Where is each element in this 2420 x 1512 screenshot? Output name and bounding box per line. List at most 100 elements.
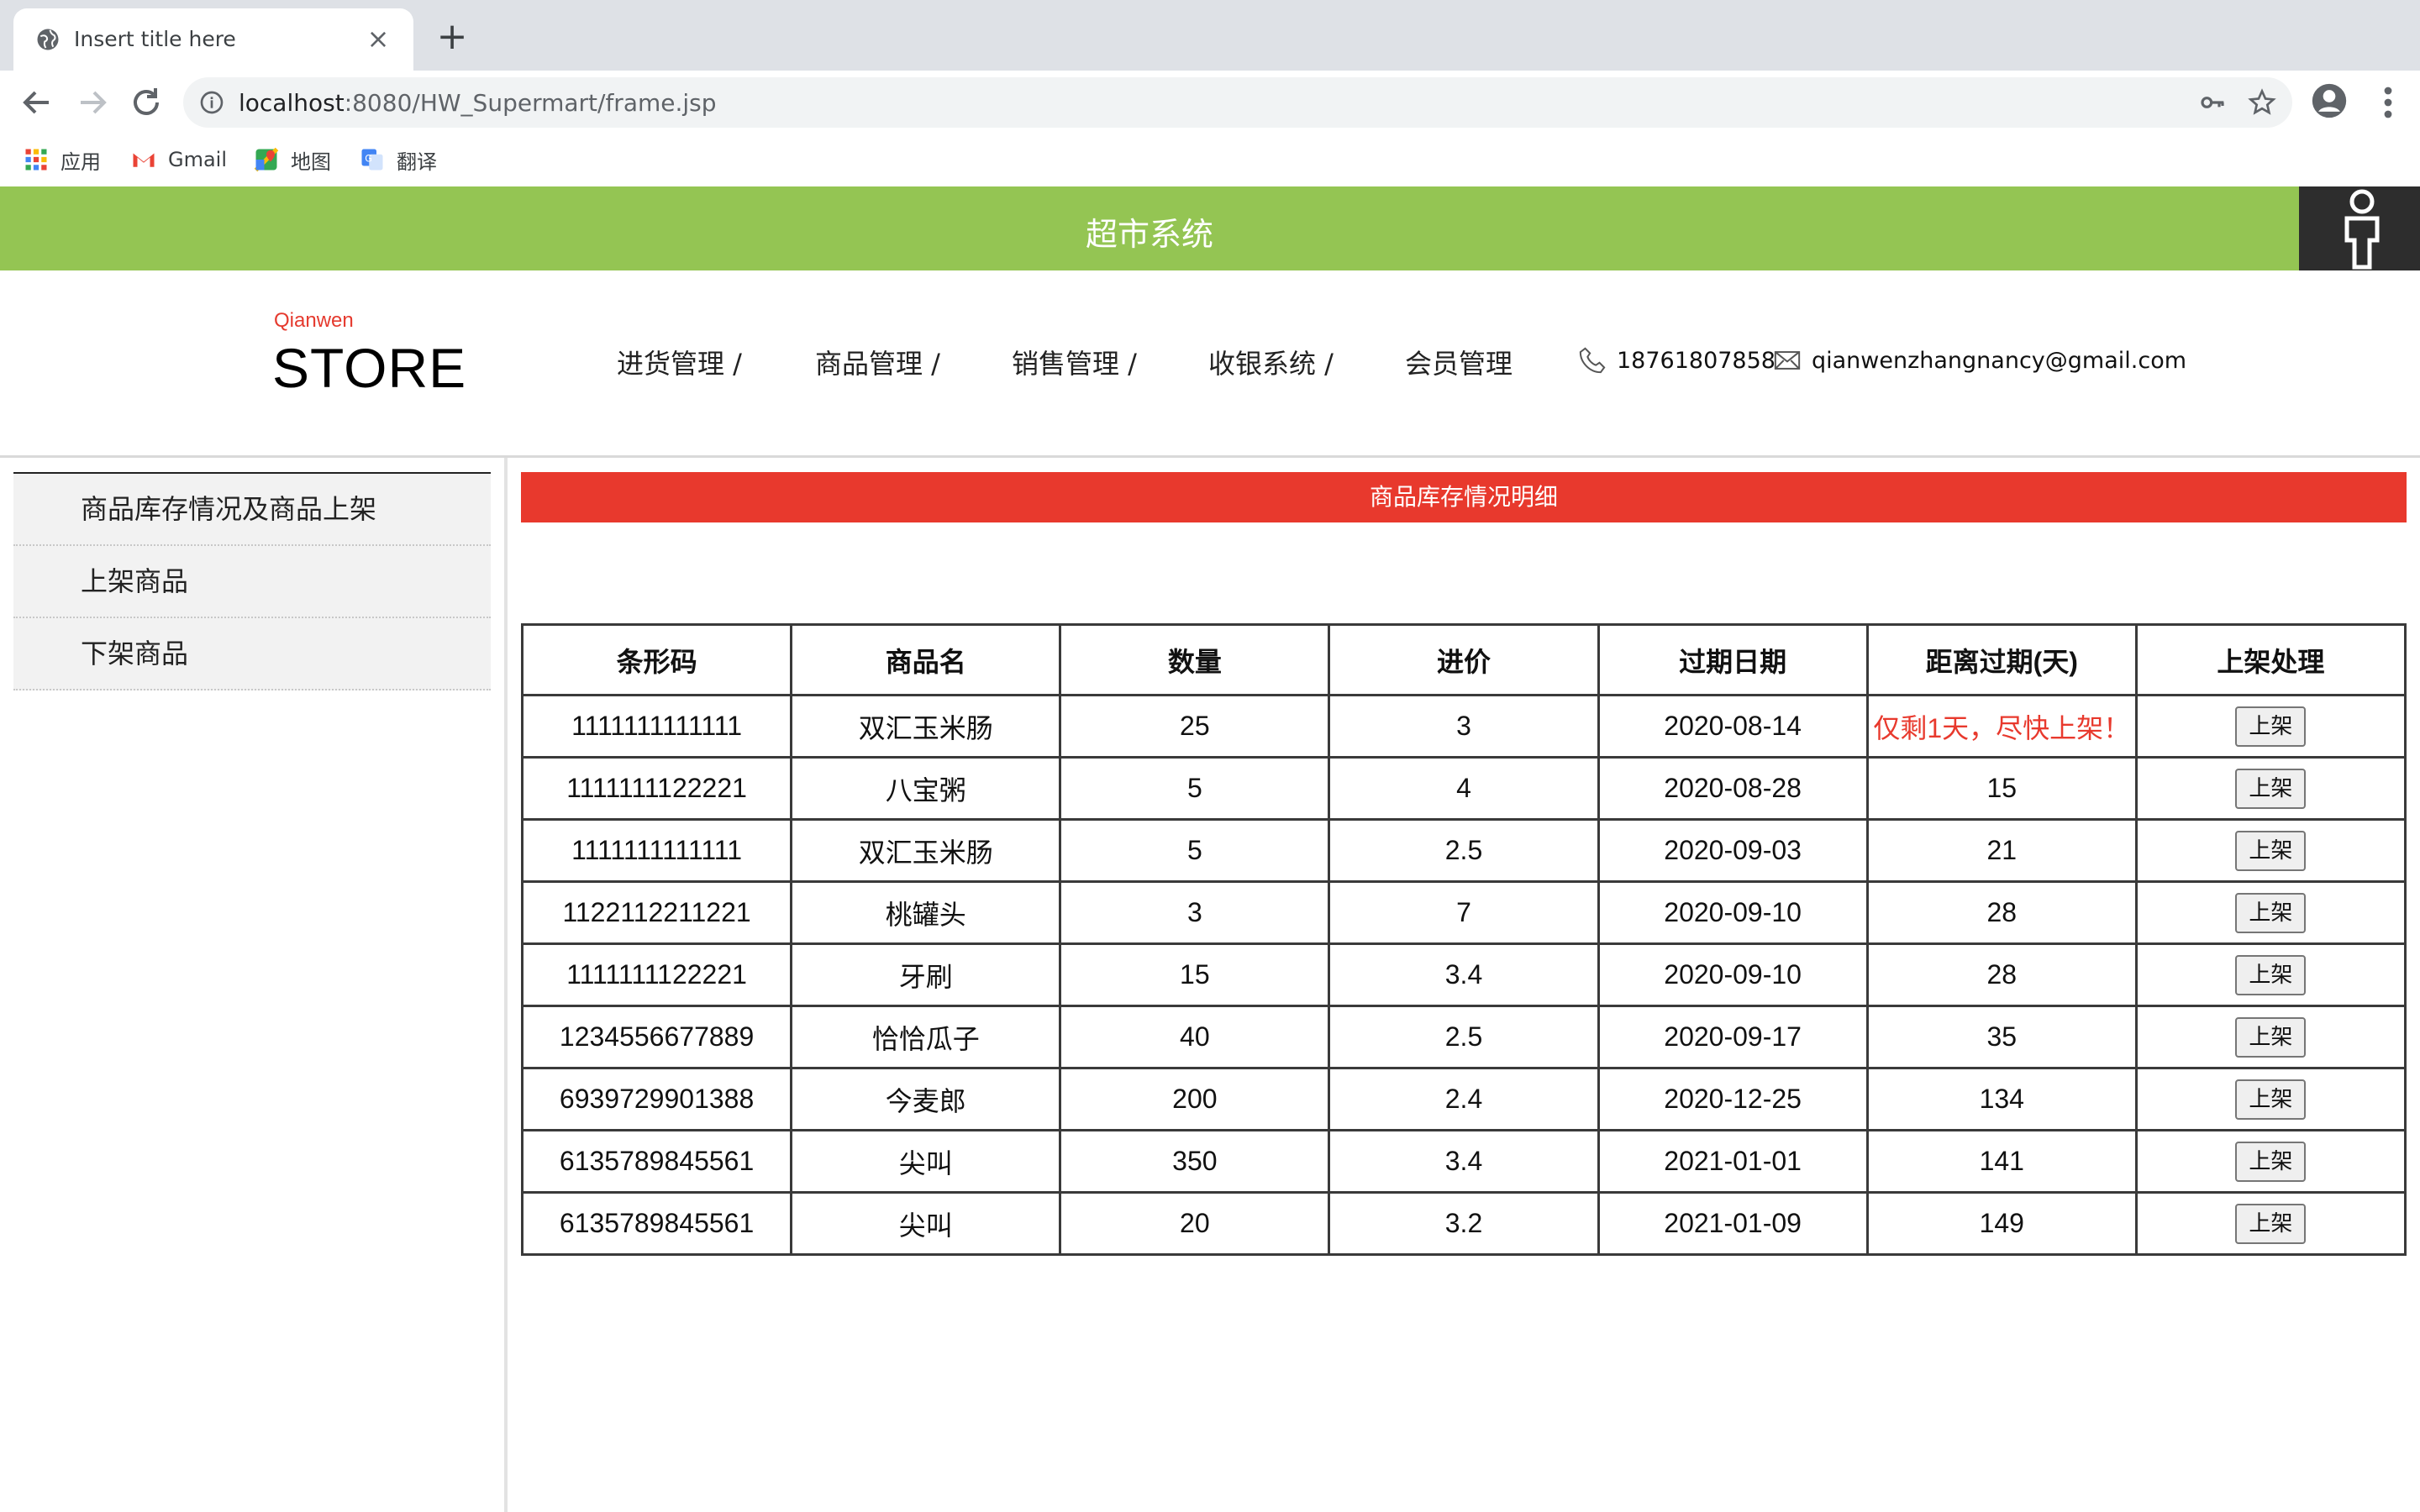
action-cell: 上架 bbox=[2134, 1067, 2407, 1131]
quantity-cell: 25 bbox=[1059, 694, 1331, 759]
translate-icon: G bbox=[361, 149, 383, 171]
price-cell: 3.4 bbox=[1328, 1129, 1600, 1194]
table-header-row: 条形码 商品名 数量 进价 过期日期 距离过期(天) 上架处理 bbox=[520, 623, 2407, 696]
bookmark-star-icon[interactable] bbox=[2247, 87, 2277, 118]
expiry-date-cell: 2020-09-03 bbox=[1597, 818, 1869, 883]
contact-phone: 18761807858 bbox=[1578, 346, 1776, 375]
shelve-button[interactable]: 上架 bbox=[2235, 1079, 2307, 1120]
reload-icon[interactable] bbox=[126, 82, 166, 123]
shelve-button[interactable]: 上架 bbox=[2235, 1203, 2307, 1244]
contact-email: qianwenzhangnancy@gmail.com bbox=[1773, 346, 2186, 375]
barcode-cell: 6135789845561 bbox=[520, 1129, 793, 1194]
email-address[interactable]: qianwenzhangnancy@gmail.com bbox=[1812, 348, 2186, 374]
new-tab-button[interactable]: + bbox=[435, 18, 469, 55]
column-header: 商品名 bbox=[790, 623, 1062, 696]
maps-icon bbox=[254, 147, 279, 172]
quantity-cell: 20 bbox=[1059, 1191, 1331, 1256]
bookmark-apps[interactable]: 应用 bbox=[24, 143, 101, 176]
shelve-button[interactable]: 上架 bbox=[2235, 830, 2307, 871]
address-bar[interactable]: localhost:8080/HW_Supermart/frame.jsp bbox=[183, 77, 2292, 128]
phone-number: 18761807858 bbox=[1617, 347, 1776, 374]
expiry-date-cell: 2021-01-01 bbox=[1597, 1129, 1869, 1194]
column-header: 进价 bbox=[1328, 623, 1600, 696]
product-name-cell: 牙刷 bbox=[790, 942, 1062, 1007]
shelve-button[interactable]: 上架 bbox=[2235, 768, 2307, 809]
nav-cashier[interactable]: 收银系统 / bbox=[1208, 343, 1334, 381]
shelve-button[interactable]: 上架 bbox=[2235, 706, 2307, 747]
profile-icon[interactable] bbox=[2311, 82, 2348, 119]
table-row: 1122112211221 桃罐头 3 7 2020-09-10 28 上架 bbox=[520, 880, 2407, 945]
table-row: 1111111111111 双汇玉米肠 25 3 2020-08-14 仅剩1天… bbox=[520, 694, 2407, 759]
product-name-cell: 桃罐头 bbox=[790, 880, 1062, 945]
days-left-cell: 141 bbox=[1865, 1129, 2138, 1194]
sidebar-item-inventory[interactable]: 商品库存情况及商品上架 bbox=[13, 474, 491, 546]
nav-members[interactable]: 会员管理 bbox=[1405, 343, 1512, 381]
action-cell: 上架 bbox=[2134, 942, 2407, 1007]
table-row: 1111111111111 双汇玉米肠 5 2.5 2020-09-03 21 … bbox=[520, 818, 2407, 883]
inventory-table: 条形码 商品名 数量 进价 过期日期 距离过期(天) 上架处理 11111111… bbox=[520, 623, 2407, 1256]
brand-logo[interactable]: STORE bbox=[272, 336, 466, 400]
bookmark-label: 地图 bbox=[291, 150, 331, 174]
quantity-cell: 3 bbox=[1059, 880, 1331, 945]
expiry-date-cell: 2020-08-28 bbox=[1597, 756, 1869, 821]
more-menu-icon[interactable] bbox=[2371, 82, 2405, 123]
bookmark-maps[interactable]: 地图 bbox=[254, 143, 331, 176]
shelve-button[interactable]: 上架 bbox=[2235, 1016, 2307, 1058]
browser-tab[interactable]: Insert title here × bbox=[13, 8, 413, 71]
top-banner: 超市系统 bbox=[0, 186, 2420, 270]
expiry-date-cell: 2020-12-25 bbox=[1597, 1067, 1869, 1131]
days-left-cell: 28 bbox=[1865, 942, 2138, 1007]
column-header: 上架处理 bbox=[2134, 623, 2407, 696]
days-left-warning: 仅剩1天，尽快上架！ bbox=[1865, 694, 2138, 759]
user-account-box[interactable] bbox=[2299, 186, 2420, 270]
bookmark-gmail[interactable]: Gmail bbox=[131, 143, 227, 176]
table-row: 1111111122221 牙刷 15 3.4 2020-09-10 28 上架 bbox=[520, 942, 2407, 1007]
header-divider bbox=[0, 455, 2420, 458]
mail-icon bbox=[1774, 351, 1801, 370]
price-cell: 3.4 bbox=[1328, 942, 1600, 1007]
barcode-cell: 1111111111111 bbox=[520, 694, 793, 759]
product-name-cell: 今麦郎 bbox=[790, 1067, 1062, 1131]
nav-purchase[interactable]: 进货管理 / bbox=[617, 343, 742, 381]
sidebar-item-on-shelf[interactable]: 上架商品 bbox=[13, 546, 491, 618]
product-name-cell: 尖叫 bbox=[790, 1129, 1062, 1194]
price-cell: 3.2 bbox=[1328, 1191, 1600, 1256]
shelve-button[interactable]: 上架 bbox=[2235, 892, 2307, 933]
barcode-cell: 6135789845561 bbox=[520, 1191, 793, 1256]
table-row: 1234556677889 恰恰瓜子 40 2.5 2020-09-17 35 … bbox=[520, 1005, 2407, 1069]
key-icon[interactable] bbox=[2198, 89, 2227, 116]
days-left-cell: 21 bbox=[1865, 818, 2138, 883]
action-cell: 上架 bbox=[2134, 818, 2407, 883]
user-icon bbox=[2344, 189, 2380, 270]
barcode-cell: 1111111122221 bbox=[520, 756, 793, 821]
shelve-button[interactable]: 上架 bbox=[2235, 954, 2307, 995]
panel-title: 商品库存情况明细 bbox=[521, 472, 2407, 522]
sidebar-item-off-shelf[interactable]: 下架商品 bbox=[13, 618, 491, 690]
info-icon[interactable] bbox=[198, 89, 225, 116]
tab-title: Insert title here bbox=[74, 27, 236, 51]
nav-sales[interactable]: 销售管理 / bbox=[1012, 343, 1137, 381]
price-cell: 2.4 bbox=[1328, 1067, 1600, 1131]
shelve-button[interactable]: 上架 bbox=[2235, 1141, 2307, 1182]
days-left-cell: 28 bbox=[1865, 880, 2138, 945]
gmail-icon bbox=[133, 152, 155, 167]
price-cell: 2.5 bbox=[1328, 1005, 1600, 1069]
quantity-cell: 15 bbox=[1059, 942, 1331, 1007]
bookmarks-bar: 应用 Gmail 地图 G 翻译 bbox=[0, 134, 2420, 186]
expiry-date-cell: 2020-09-17 bbox=[1597, 1005, 1869, 1069]
quantity-cell: 40 bbox=[1059, 1005, 1331, 1069]
sidebar-divider bbox=[504, 458, 508, 1512]
url-text: localhost:8080/HW_Supermart/frame.jsp bbox=[239, 89, 717, 117]
bookmark-translate[interactable]: G 翻译 bbox=[360, 143, 437, 176]
forward-icon[interactable] bbox=[72, 82, 113, 123]
nav-products[interactable]: 商品管理 / bbox=[815, 343, 940, 381]
phone-icon bbox=[1579, 347, 1606, 374]
back-icon[interactable] bbox=[17, 82, 57, 123]
apps-grid-icon bbox=[25, 149, 47, 171]
url-host: localhost bbox=[239, 89, 345, 117]
barcode-cell: 1111111111111 bbox=[520, 818, 793, 883]
barcode-cell: 1234556677889 bbox=[520, 1005, 793, 1069]
sidebar: 商品库存情况及商品上架 上架商品 下架商品 bbox=[13, 472, 491, 690]
close-tab-icon[interactable]: × bbox=[365, 25, 392, 52]
days-left-cell: 35 bbox=[1865, 1005, 2138, 1069]
